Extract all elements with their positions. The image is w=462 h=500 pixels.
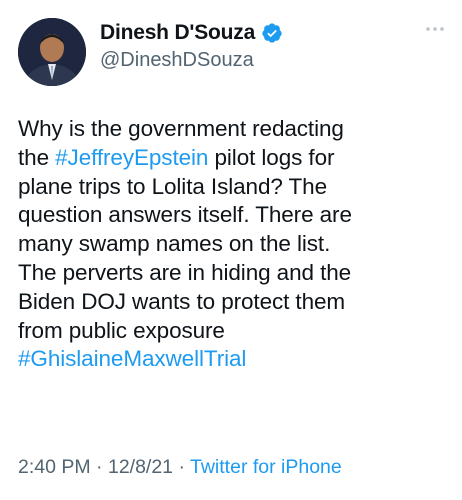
tweet-text-line: from public exposure <box>18 317 450 346</box>
tweet-text-line: the #JeffreyEpstein pilot logs for <box>18 144 450 173</box>
tweet-text-line: The perverts are in hiding and the <box>18 259 450 288</box>
tweet-text-segment: pilot logs for <box>208 144 335 170</box>
hashtag-link[interactable]: #JeffreyEpstein <box>55 145 208 170</box>
verified-badge-icon <box>262 23 282 43</box>
avatar[interactable] <box>18 18 86 86</box>
tweet-text-segment: The perverts are in hiding and the <box>18 259 352 285</box>
tweet-meta: 2:40 PM · 12/8/21 · Twitter for iPhone <box>18 456 342 479</box>
tweet-time[interactable]: 2:40 PM <box>18 456 91 478</box>
more-options-icon[interactable] <box>424 22 446 36</box>
hashtag-link[interactable]: #GhislaineMaxwellTrial <box>18 346 246 371</box>
tweet-text-segment: Why is the government redacting <box>18 116 344 141</box>
tweet-text-line: #GhislaineMaxwellTrial <box>18 345 450 374</box>
tweet-text-segment: many swamp names on the list. <box>18 231 331 257</box>
tweet-text-line: plane trips to Lolita Island? The <box>18 173 450 202</box>
tweet-text-segment: from public exposure <box>18 317 225 343</box>
meta-separator: · <box>173 456 191 478</box>
tweet-text-line: Biden DOJ wants to protect them <box>18 288 450 317</box>
tweet-card: Dinesh D'Souza @DineshDSouza Why is the … <box>0 0 462 500</box>
tweet-text-line: Why is the government redacting <box>18 115 450 144</box>
meta-separator: · <box>90 456 108 478</box>
tweet-date[interactable]: 12/8/21 <box>108 456 173 478</box>
author-handle[interactable]: @DineshDSouza <box>100 49 254 72</box>
tweet-text-segment: question answers itself. There are <box>18 202 352 228</box>
display-name[interactable]: Dinesh D'Souza <box>100 21 255 45</box>
tweet-text-line: question answers itself. There are <box>18 201 450 230</box>
tweet-text: Why is the government redacting the #Jeff… <box>18 115 450 374</box>
tweet-text-segment: plane trips to Lolita Island? The <box>18 173 327 199</box>
tweet-source-link[interactable]: Twitter for iPhone <box>190 456 342 478</box>
tweet-text-line: many swamp names on the list. <box>18 230 450 259</box>
avatar-image <box>18 18 86 86</box>
tweet-text-segment: Biden DOJ wants to protect them <box>18 288 346 314</box>
tweet-text-segment: the <box>18 144 56 170</box>
author-name-row: Dinesh D'Souza <box>100 21 283 45</box>
